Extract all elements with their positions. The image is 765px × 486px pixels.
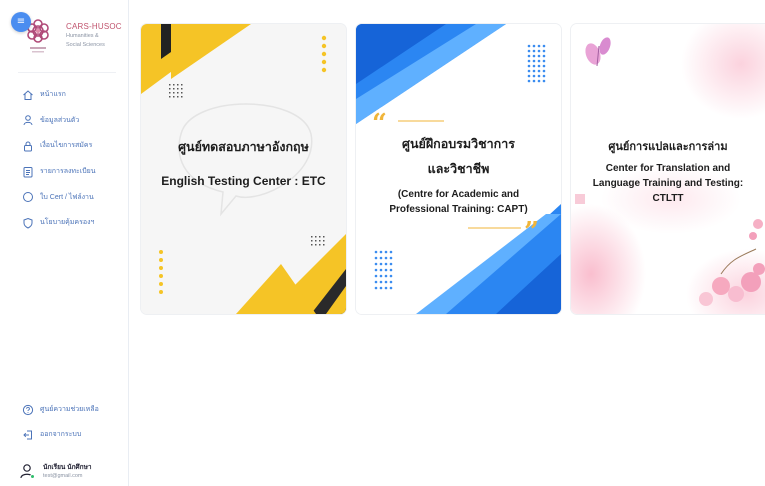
- sidebar-item-home[interactable]: หน้าแรก: [22, 82, 96, 108]
- list-icon: [22, 166, 34, 178]
- circle-icon: [22, 191, 34, 203]
- avatar: [20, 463, 35, 479]
- user-email: test@gmail.com: [43, 473, 83, 479]
- sidebar-item-label: รายการลงทะเบียน: [40, 168, 96, 176]
- card-etc-title-th: ศูนย์ทดสอบภาษาอังกฤษ: [178, 139, 309, 154]
- card-ctltt-title-en-line3: CTLTT: [652, 193, 684, 204]
- brand-subtitle-line1: Humanities &: [66, 33, 99, 39]
- logout-icon: [22, 429, 34, 441]
- card-capt-title-th-line1: ศูนย์ฝึกอบรมวิชาการ: [402, 136, 515, 151]
- card-ctltt-text: ศูนย์การแปลและการล่าม Center for Transla…: [571, 137, 765, 204]
- sidebar-item-label: ใบ Cert / ไฟล์งาน: [40, 193, 94, 201]
- sidebar-item-profile[interactable]: ข้อมูลส่วนตัว: [22, 108, 96, 134]
- sidebar: ≡ CARS-HUSOC Humanities & Social Science…: [0, 0, 129, 486]
- card-capt-title-en-line2: Professional Training: CAPT): [389, 204, 528, 215]
- sidebar-item-label: ศูนย์ความช่วยเหลือ: [40, 406, 99, 413]
- card-etc-text: ศูนย์ทดสอบภาษาอังกฤษ English Testing Cen…: [141, 137, 346, 188]
- help-icon: [22, 404, 34, 416]
- card-capt-title-th-line2: และวิชาชีพ: [427, 161, 490, 176]
- sidebar-item-conditions[interactable]: เงื่อนไขการสมัคร: [22, 133, 96, 159]
- lock-icon: [22, 140, 34, 152]
- card-capt-title-en-line1: (Centre for Academic and: [397, 189, 520, 200]
- sidebar-item-help-center[interactable]: ศูนย์ความช่วยเหลือ: [22, 397, 99, 422]
- brand-title: CARS-HUSOC: [66, 22, 122, 31]
- user-profile[interactable]: นักเรียน นักศึกษา test@gmail.com: [20, 462, 92, 479]
- sidebar-item-logout[interactable]: ออกจากระบบ: [22, 422, 99, 447]
- sidebar-item-certificates[interactable]: ใบ Cert / ไฟล์งาน: [22, 184, 96, 210]
- sidebar-item-label: ข้อมูลส่วนตัว: [40, 116, 80, 124]
- card-capt[interactable]: “ ” ศูนย์ฝึกอบรมวิชาการ และวิชาชีพ (Cent…: [356, 24, 561, 314]
- card-ctltt-title-th: ศูนย์การแปลและการล่าม: [608, 140, 728, 153]
- sidebar-item-privacy-policy[interactable]: นโยบายคุ้มครองฯ: [22, 210, 96, 236]
- card-ctltt[interactable]: ศูนย์การแปลและการล่าม Center for Transla…: [571, 24, 765, 314]
- sidebar-item-registrations[interactable]: รายการลงทะเบียน: [22, 159, 96, 185]
- card-etc-title-en: English Testing Center : ETC: [161, 174, 326, 188]
- user-name: นักเรียน นักศึกษา: [43, 464, 92, 471]
- sidebar-item-label: เงื่อนไขการสมัคร: [40, 142, 93, 150]
- shield-icon: [22, 217, 34, 229]
- card-ctltt-title-en-line1: Center for Translation and: [605, 163, 731, 174]
- online-status-dot: [30, 473, 35, 479]
- svg-text:”: ”: [524, 217, 539, 247]
- hamburger-icon: ≡: [16, 16, 26, 27]
- card-etc[interactable]: ศูนย์ทดสอบภาษาอังกฤษ English Testing Cen…: [141, 24, 346, 314]
- sidebar-divider: [18, 72, 116, 73]
- app-window: ≡ CARS-HUSOC Humanities & Social Science…: [0, 0, 765, 486]
- brand-subtitle-line2: Social Sciences: [66, 42, 105, 48]
- home-icon: [22, 89, 34, 101]
- sidebar-item-label: ออกจากระบบ: [40, 431, 82, 438]
- brand-text: CARS-HUSOC Humanities & Social Sciences: [66, 22, 122, 49]
- user-icon: [22, 114, 34, 126]
- sidebar-item-label: นโยบายคุ้มครองฯ: [40, 219, 95, 227]
- sidebar-item-label: หน้าแรก: [40, 91, 66, 99]
- menu-toggle-button[interactable]: ≡: [11, 12, 31, 32]
- card-ctltt-title-en-line2: Language Training and Testing:: [592, 178, 744, 189]
- sidebar-nav: หน้าแรก ข้อมูลส่วนตัว เงื่อนไขการสมัคร ร…: [22, 82, 96, 236]
- card-capt-text: ศูนย์ฝึกอบรมวิชาการ และวิชาชีพ (Centre f…: [356, 134, 561, 215]
- sidebar-bottom-nav: ศูนย์ความช่วยเหลือ ออกจากระบบ: [22, 397, 99, 447]
